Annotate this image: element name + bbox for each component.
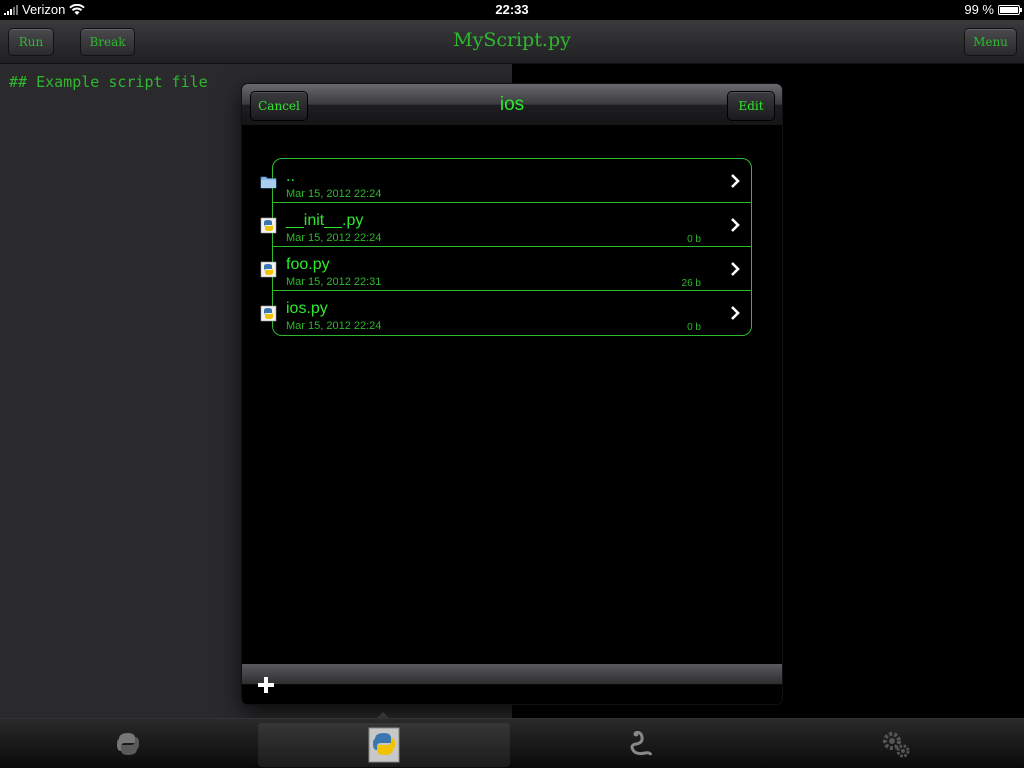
- python-file-icon: [260, 305, 277, 322]
- file-date: Mar 15, 2012 22:24: [286, 232, 382, 244]
- file-size: 0 b: [687, 322, 701, 333]
- file-browser-popover: Cancel ios Edit .. Mar 15, 2012 22:24 __…: [242, 84, 782, 704]
- python-file-icon: [368, 727, 400, 763]
- folder-title: ios: [499, 94, 525, 115]
- battery-fill: [1000, 6, 1018, 13]
- edit-button[interactable]: Edit: [727, 91, 775, 121]
- tab-interpreter[interactable]: [512, 719, 768, 768]
- file-name: foo.py: [286, 256, 330, 273]
- chevron-right-icon: [731, 218, 740, 232]
- file-date: Mar 15, 2012 22:24: [286, 188, 382, 200]
- folder-icon: [260, 176, 277, 189]
- clock: 22:33: [495, 2, 529, 17]
- toolbar: Run Break MyScript.py Menu: [0, 20, 1024, 64]
- gears-icon: [883, 732, 910, 758]
- file-name: __init__.py: [286, 212, 364, 229]
- file-name: ..: [286, 168, 295, 185]
- editor-content[interactable]: ## Example script file: [9, 73, 208, 91]
- tab-bar: [0, 718, 1024, 768]
- chevron-right-icon: [731, 174, 740, 188]
- file-date: Mar 15, 2012 22:24: [286, 320, 382, 332]
- python-file-icon: [260, 261, 277, 278]
- popover-nav-bar: Cancel ios Edit: [242, 84, 782, 126]
- file-row[interactable]: foo.py Mar 15, 2012 22:31 26 b: [260, 247, 751, 291]
- python-file-icon: [260, 217, 277, 234]
- snake-icon: [630, 731, 653, 756]
- chevron-right-icon: [731, 262, 740, 276]
- tab-settings[interactable]: [768, 719, 1024, 768]
- file-row[interactable]: ios.py Mar 15, 2012 22:24 0 b: [260, 291, 751, 335]
- chevron-right-icon: [731, 306, 740, 320]
- file-date: Mar 15, 2012 22:31: [286, 276, 382, 288]
- add-file-button[interactable]: [256, 675, 276, 695]
- file-row-parent[interactable]: .. Mar 15, 2012 22:24: [260, 159, 751, 203]
- menu-button[interactable]: Menu: [964, 28, 1017, 56]
- file-size: 26 b: [681, 278, 701, 289]
- status-right: 99 %: [964, 2, 1022, 17]
- tab-files[interactable]: [258, 723, 510, 767]
- python-logo-icon: [117, 733, 139, 755]
- status-bar: Verizon 22:33 99 %: [0, 0, 1024, 20]
- file-row[interactable]: __init__.py Mar 15, 2012 22:24 0 b: [260, 203, 751, 247]
- file-list: .. Mar 15, 2012 22:24 __init__.py Mar 15…: [260, 158, 752, 336]
- tab-python[interactable]: [0, 719, 256, 768]
- battery-percent: 99 %: [964, 2, 994, 17]
- file-size: 0 b: [687, 234, 701, 245]
- script-title: MyScript.py: [453, 29, 571, 51]
- battery-icon: [998, 4, 1022, 15]
- file-name: ios.py: [286, 300, 328, 317]
- popover-bottom-bar: [242, 664, 782, 704]
